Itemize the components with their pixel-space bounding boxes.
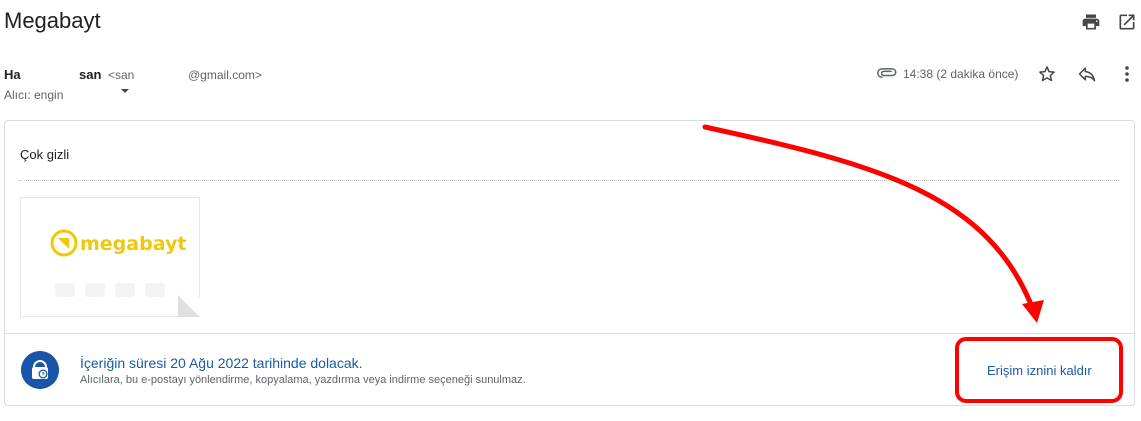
print-icon[interactable] xyxy=(1081,12,1101,32)
placeholder-shape xyxy=(85,283,105,297)
sender-line: Ha san <san @gmail.com> xyxy=(4,67,262,82)
placeholder-shape xyxy=(145,283,165,297)
reply-icon[interactable] xyxy=(1077,64,1097,84)
email-subject: Megabayt xyxy=(4,8,101,33)
confidential-mode-bar: İçeriğin süresi 20 Ağu 2022 tarihinde do… xyxy=(5,333,1134,406)
revoke-access-button[interactable]: Erişim iznini kaldır xyxy=(987,363,1092,378)
image-attachment-thumbnail[interactable]: megabayt xyxy=(20,197,200,317)
recipient-line: Alıcı: engin xyxy=(4,88,64,102)
placeholder-shape xyxy=(55,283,75,297)
expiry-title: İçeriğin süresi 20 Ağu 2022 tarihinde do… xyxy=(80,355,363,371)
clock-lock-icon xyxy=(21,351,59,389)
message-card: Çok gizli megabayt İçeriğin süresi 20 Ağ… xyxy=(4,120,1135,406)
restriction-note: Alıcılara, bu e-postayı yönlendirme, kop… xyxy=(80,374,526,386)
open-in-new-icon[interactable] xyxy=(1117,12,1137,32)
logo-text: megabayt xyxy=(80,233,187,255)
sender-name-part-1: Ha xyxy=(4,67,21,82)
placeholder-shape xyxy=(115,283,135,297)
page-fold-cut xyxy=(180,297,200,317)
email-time: 14:38 (2 dakika önce) xyxy=(903,67,1019,81)
star-icon[interactable] xyxy=(1037,64,1057,84)
more-vert-icon[interactable] xyxy=(1121,64,1133,84)
sender-email-part-2: @gmail.com> xyxy=(188,68,262,82)
message-body: Çok gizli xyxy=(20,147,70,162)
sender-email-part-1: <san xyxy=(108,68,135,82)
body-separator xyxy=(19,180,1119,181)
sender-name-part-2: san xyxy=(79,67,102,82)
chevron-down-icon[interactable] xyxy=(120,86,130,96)
megabayt-logo-icon xyxy=(50,229,78,257)
attachment-icon xyxy=(877,68,897,78)
